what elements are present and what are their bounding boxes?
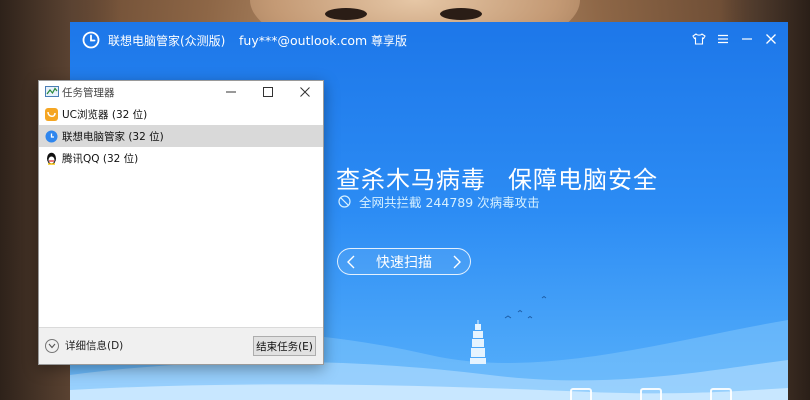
window-controls <box>690 30 780 48</box>
close-icon[interactable] <box>286 81 323 103</box>
details-label[interactable]: 详细信息(D) <box>65 338 123 353</box>
close-icon[interactable] <box>762 30 780 48</box>
process-name: 腾讯QQ (32 位) <box>62 152 139 165</box>
bottom-toolbar <box>570 388 732 400</box>
quick-scan-button[interactable]: 快速扫描 <box>337 248 471 275</box>
account-email[interactable]: fuy***@outlook.com <box>239 33 367 48</box>
task-manager-icon <box>45 86 59 97</box>
task-manager-controls <box>212 81 323 103</box>
lenovo-manager-icon <box>45 130 58 143</box>
process-row[interactable]: 腾讯QQ (32 位) <box>39 147 323 169</box>
task-manager-titlebar: 任务管理器 <box>39 81 323 103</box>
process-name: UC浏览器 (32 位) <box>62 108 148 121</box>
lenovo-manager-logo-icon <box>82 31 100 49</box>
process-list: UC浏览器 (32 位) 联想电脑管家 (32 位) 腾讯QQ (32 位) <box>39 103 323 169</box>
chevron-down-icon[interactable] <box>45 338 59 353</box>
task-manager-window[interactable]: 任务管理器 UC浏览器 (32 位) 联想电脑管家 (32 位) 腾讯QQ (3… <box>38 80 324 365</box>
wallpaper-eye-left <box>325 8 367 20</box>
intercept-stats: 全网共拦截 244789 次病毒攻击 <box>338 192 540 211</box>
menu-icon[interactable] <box>714 30 732 48</box>
block-icon <box>338 195 351 208</box>
minimize-icon[interactable] <box>212 81 249 103</box>
minimize-icon[interactable] <box>738 30 756 48</box>
toolbox-icon[interactable] <box>570 388 592 400</box>
shield-icon[interactable] <box>640 388 662 400</box>
app-title: 联想电脑管家(众测版) fuy***@outlook.com 尊享版 <box>108 32 407 49</box>
clean-icon[interactable] <box>710 388 732 400</box>
chevron-right-icon[interactable] <box>452 255 462 269</box>
quick-scan-label: 快速扫描 <box>376 254 432 271</box>
process-row[interactable]: 联想电脑管家 (32 位) <box>39 125 323 147</box>
slogan-left: 查杀木马病毒 <box>336 166 486 194</box>
task-manager-title: 任务管理器 <box>62 87 115 99</box>
details-toggle[interactable]: 详细信息(D) <box>45 338 123 353</box>
process-row[interactable]: UC浏览器 (32 位) <box>39 103 323 125</box>
maximize-icon[interactable] <box>249 81 286 103</box>
slogan-right: 保障电脑安全 <box>508 166 658 194</box>
process-name: 联想电脑管家 (32 位) <box>62 130 164 143</box>
uc-browser-icon <box>45 107 58 121</box>
chevron-left-icon[interactable] <box>346 255 356 269</box>
task-manager-footer: 详细信息(D) 结束任务(E) <box>39 327 323 364</box>
slogan: 查杀木马病毒 保障电脑安全 <box>336 160 658 195</box>
shirt-icon[interactable] <box>690 30 708 48</box>
app-titlebar: 联想电脑管家(众测版) fuy***@outlook.com 尊享版 <box>70 22 788 58</box>
wallpaper-eye-right <box>440 8 482 20</box>
edition-label: 尊享版 <box>370 34 407 48</box>
intercept-text: 全网共拦截 244789 次病毒攻击 <box>359 195 540 210</box>
pagoda-decoration <box>470 320 486 364</box>
end-task-button[interactable]: 结束任务(E) <box>253 336 316 356</box>
app-name: 联想电脑管家(众测版) <box>108 34 226 48</box>
birds-decoration <box>504 295 547 319</box>
qq-penguin-icon <box>45 152 58 165</box>
